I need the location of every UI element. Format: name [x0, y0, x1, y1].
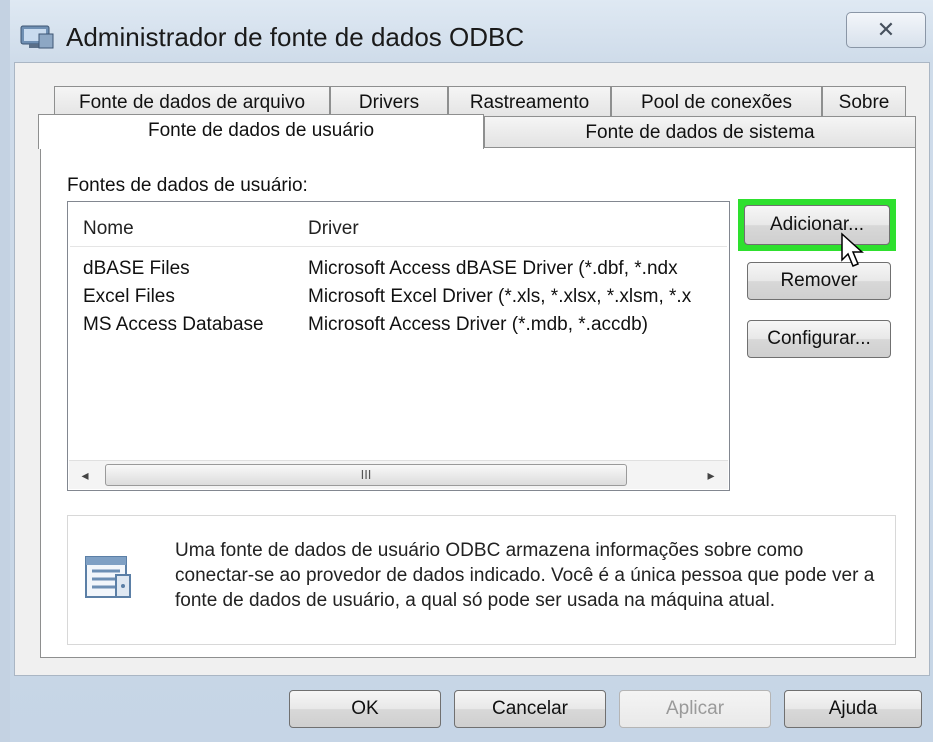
tab-connection-pooling[interactable]: Pool de conexões: [611, 86, 822, 120]
tab-label: Fonte de dados de usuário: [147, 120, 375, 141]
header-divider: [70, 246, 727, 247]
tab-system-dsn[interactable]: Fonte de dados de sistema: [484, 116, 916, 148]
ok-button[interactable]: OK: [289, 690, 441, 728]
tab-label: Fonte de dados de arquivo: [78, 92, 306, 113]
list-item[interactable]: dBASE Files Microsoft Access dBASE Drive…: [68, 258, 729, 286]
dsn-driver: Microsoft Access dBASE Driver (*.dbf, *.…: [308, 258, 678, 279]
user-dsn-list-label: Fontes de dados de usuário:: [67, 175, 308, 196]
window-title: Administrador de fonte de dados ODBC: [66, 22, 525, 52]
cancel-button[interactable]: Cancelar: [454, 690, 606, 728]
configure-button[interactable]: Configurar...: [747, 320, 891, 358]
help-button[interactable]: Ajuda: [784, 690, 922, 728]
horizontal-scrollbar[interactable]: ◂ III ▸: [69, 460, 728, 489]
info-text: Uma fonte de dados de usuário ODBC armaz…: [175, 540, 875, 611]
window-left-border: [0, 0, 10, 742]
user-dsn-list[interactable]: Nome Driver dBASE Files Microsoft Access…: [67, 201, 730, 491]
tab-user-dsn[interactable]: Fonte de dados de usuário: [38, 114, 484, 149]
grip-icon: III: [360, 467, 372, 482]
dsn-name: Excel Files: [83, 286, 175, 307]
scroll-thumb[interactable]: III: [105, 464, 627, 486]
remove-button[interactable]: Remover: [747, 262, 891, 300]
tab-about[interactable]: Sobre: [822, 86, 906, 120]
dsn-driver: Microsoft Access Driver (*.mdb, *.accdb): [308, 314, 648, 335]
column-header-name[interactable]: Nome: [83, 218, 134, 240]
column-header-driver[interactable]: Driver: [308, 218, 359, 240]
close-button[interactable]: ✕: [846, 12, 926, 48]
scroll-left-icon[interactable]: ◂: [73, 463, 97, 487]
apply-button[interactable]: Aplicar: [619, 690, 771, 728]
close-icon: ✕: [876, 17, 896, 42]
tab-label: Fonte de dados de sistema: [585, 122, 815, 143]
scroll-right-icon[interactable]: ▸: [699, 463, 723, 487]
tab-label: Sobre: [838, 92, 890, 113]
odbc-admin-icon: [20, 25, 54, 49]
tab-label: Drivers: [358, 92, 420, 113]
list-item[interactable]: Excel Files Microsoft Excel Driver (*.xl…: [68, 286, 729, 314]
dsn-name: dBASE Files: [83, 258, 190, 279]
tab-label: Pool de conexões: [640, 92, 793, 113]
add-button[interactable]: Adicionar...: [744, 205, 890, 245]
mouse-pointer-icon: [841, 232, 864, 267]
data-source-icon: [85, 556, 131, 598]
tab-label: Rastreamento: [469, 92, 590, 113]
odbc-admin-window: Administrador de fonte de dados ODBC ✕ F…: [0, 0, 933, 742]
dsn-driver: Microsoft Excel Driver (*.xls, *.xlsx, *…: [308, 286, 692, 307]
list-item[interactable]: MS Access Database Microsoft Access Driv…: [68, 314, 729, 342]
title-bar[interactable]: Administrador de fonte de dados ODBC ✕: [0, 0, 933, 62]
info-box: Uma fonte de dados de usuário ODBC armaz…: [67, 515, 896, 645]
dsn-name: MS Access Database: [83, 314, 264, 335]
